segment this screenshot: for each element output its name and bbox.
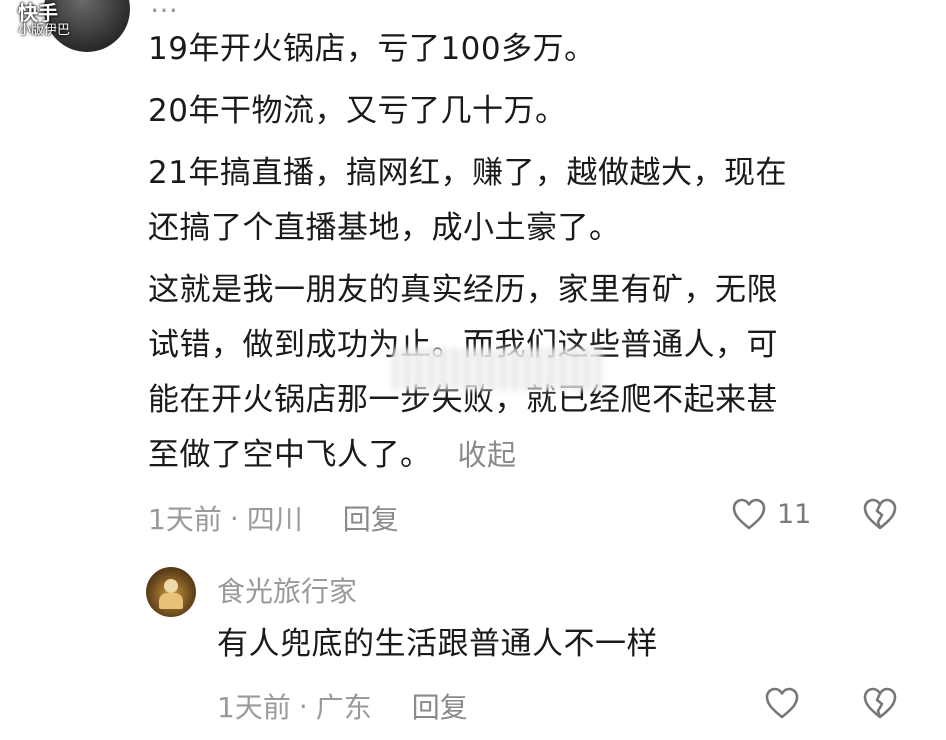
like-count: 11 bbox=[777, 498, 812, 530]
reply-text: 有人兜底的生活跟普通人不一样 bbox=[217, 626, 658, 662]
comment-meta: 1天前 · 四川 回复 bbox=[148, 498, 399, 538]
meta-separator: · bbox=[298, 689, 308, 723]
app-watermark: 快手 小版伊巴 bbox=[18, 2, 70, 38]
reply-avatar[interactable] bbox=[146, 567, 196, 617]
like-button[interactable]: 11 bbox=[731, 497, 811, 531]
reply-button[interactable]: 回复 bbox=[343, 498, 399, 538]
reply-username[interactable]: 食光旅行家 bbox=[217, 570, 357, 610]
comment-paragraph: 20年干物流，又亏了几十万。 bbox=[148, 93, 567, 129]
reply-dislike-button[interactable] bbox=[862, 686, 898, 720]
watermark-user: 小版伊巴 bbox=[18, 23, 71, 38]
reply-like-button[interactable] bbox=[764, 686, 800, 720]
blurred-watermark bbox=[392, 348, 602, 390]
commenter-username[interactable]: … bbox=[150, 0, 178, 19]
comment-time: 1天前 bbox=[148, 503, 222, 536]
watermark-brand: 快手 bbox=[18, 1, 58, 25]
heart-outline-icon bbox=[765, 687, 799, 719]
heart-outline-icon bbox=[732, 498, 766, 530]
comment-location: 四川 bbox=[246, 503, 303, 536]
meta-separator: · bbox=[229, 501, 239, 535]
comment-body: 19年开火锅店，亏了100多万。 20年干物流，又亏了几十万。 21年搞直播，搞… bbox=[148, 22, 908, 483]
collapse-button[interactable]: 收起 bbox=[458, 438, 517, 472]
reply-time: 1天前 bbox=[217, 691, 291, 724]
reply-meta: 1天前 · 广东 回复 bbox=[217, 686, 468, 726]
reply-reply-button[interactable]: 回复 bbox=[412, 686, 468, 726]
broken-heart-icon bbox=[863, 498, 897, 530]
reply-location: 广东 bbox=[315, 691, 372, 724]
broken-heart-icon bbox=[863, 687, 897, 719]
comment-paragraph: 19年开火锅店，亏了100多万。 bbox=[148, 31, 596, 67]
comment-paragraph: 21年搞直播，搞网红，赚了，越做越大，现在 还搞了个直播基地，成小土豪了。 bbox=[148, 155, 787, 246]
dislike-button[interactable] bbox=[862, 497, 898, 531]
